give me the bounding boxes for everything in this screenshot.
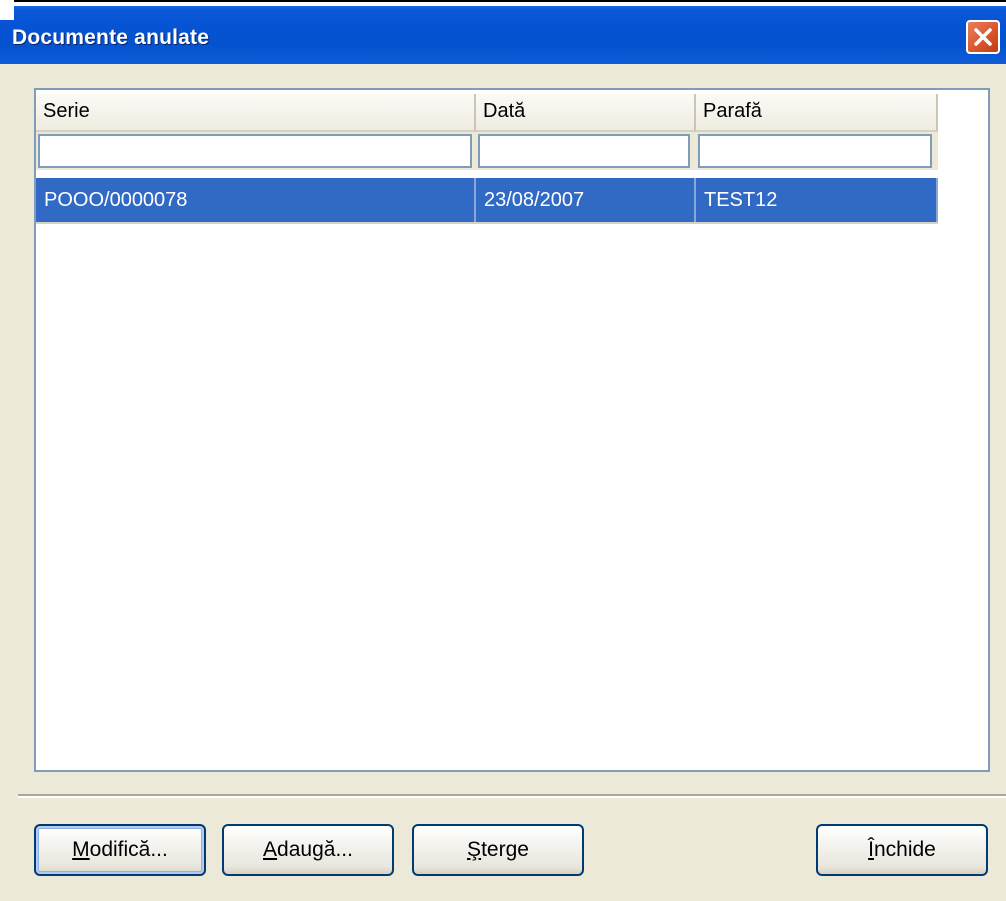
cell-data: 23/08/2007	[476, 178, 696, 222]
column-header-serie[interactable]: Serie	[36, 94, 476, 132]
add-mnemonic: A	[263, 838, 278, 861]
column-header-data[interactable]: Dată	[476, 94, 696, 132]
close-button[interactable]: Închide	[816, 824, 988, 876]
modify-label: odifică...	[89, 838, 168, 861]
cell-serie: POOO/0000078	[36, 178, 476, 222]
window-title: Documente anulate	[12, 26, 210, 49]
dialog-window: Documente anulate Serie Dată Parafă POOO…	[0, 0, 1006, 901]
screen-corner	[0, 0, 14, 20]
modify-mnemonic: M	[72, 838, 90, 861]
button-separator	[18, 794, 1006, 798]
close-label: nchide	[873, 838, 936, 861]
delete-mnemonic: Ş	[467, 838, 482, 861]
column-header-parafa[interactable]: Parafă	[696, 94, 938, 132]
add-button[interactable]: Adaugă...	[222, 824, 394, 876]
table-row[interactable]: POOO/0000078 23/08/2007 TEST12	[36, 178, 938, 222]
documents-grid-frame: Serie Dată Parafă POOO/0000078 23/08/200…	[34, 88, 990, 772]
row-divider	[36, 222, 938, 224]
add-label: daugă...	[277, 838, 353, 861]
filter-data-input[interactable]	[478, 134, 690, 168]
delete-label: terge	[481, 838, 529, 861]
close-window-button[interactable]	[966, 20, 1000, 54]
modify-button[interactable]: Modifică...	[34, 824, 206, 876]
cell-parafa: TEST12	[696, 178, 938, 222]
title-bar[interactable]: Documente anulate	[0, 0, 1006, 64]
screen-top-line	[0, 0, 1006, 2]
close-x-icon	[974, 28, 992, 46]
filter-serie-input[interactable]	[38, 134, 472, 168]
filter-parafa-input[interactable]	[698, 134, 932, 168]
delete-button[interactable]: Şterge	[412, 824, 584, 876]
